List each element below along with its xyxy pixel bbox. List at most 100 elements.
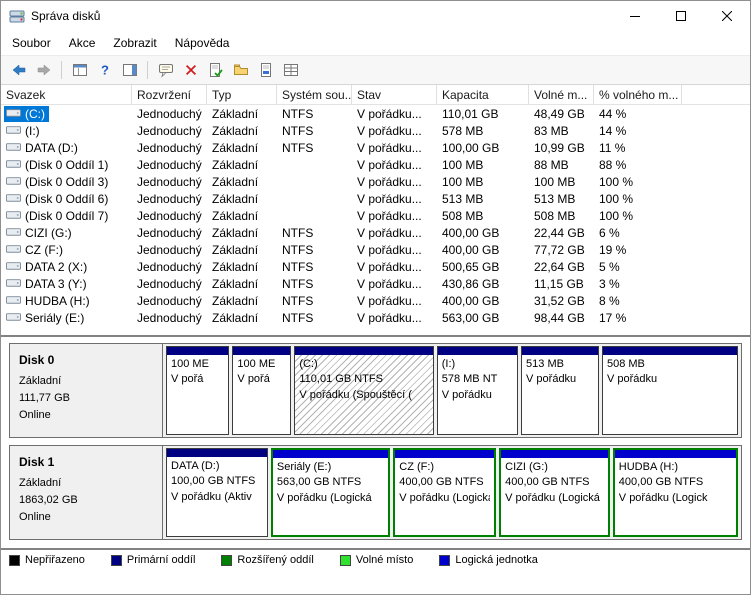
drive-icon [6, 140, 25, 155]
forward-icon[interactable] [32, 59, 55, 82]
layout-cell: Jednoduchý [132, 243, 207, 257]
volume-row[interactable]: DATA 2 (X:)JednoduchýZákladníNTFSV pořád… [1, 258, 750, 275]
volume-cell: (I:) [1, 123, 132, 139]
filesystem-cell: NTFS [277, 277, 352, 291]
disk-info[interactable]: Disk 1Základní1863,02 GBOnline [10, 446, 163, 539]
grid-view-icon[interactable] [279, 59, 302, 82]
partition-area: 100 MEV pořá100 MEV pořá(C:)110,01 GB NT… [163, 344, 741, 437]
partition-block[interactable]: Seriály (E:)563,00 GB NTFSV pořádku (Log… [271, 448, 390, 537]
disk-row: Disk 1Základní1863,02 GBOnlineDATA (D:)1… [9, 445, 742, 540]
status-cell: V pořádku... [352, 311, 437, 325]
partition-line: V pořádku (Logická [277, 491, 384, 506]
menu-item-2[interactable]: Zobrazit [104, 33, 165, 53]
capacity-cell: 563,00 GB [437, 311, 529, 325]
partition-line: 100 ME [237, 357, 286, 372]
status-cell: V pořádku... [352, 192, 437, 206]
partition-block[interactable]: 100 MEV pořá [166, 346, 229, 435]
free-percent-cell: 17 % [594, 311, 682, 325]
partition-label: 100 MEV pořá [167, 355, 228, 434]
disk-info[interactable]: Disk 0Základní111,77 GBOnline [10, 344, 163, 437]
partition-block[interactable]: CIZI (G:)400,00 GB NTFSV pořádku (Logick… [499, 448, 610, 537]
free-percent-cell: 11 % [594, 141, 682, 155]
new-volume-icon[interactable] [254, 59, 277, 82]
partition-block[interactable]: (C:)110,01 GB NTFSV pořádku (Spouštěcí ( [294, 346, 433, 435]
volume-row[interactable]: Seriály (E:)JednoduchýZákladníNTFSV pořá… [1, 309, 750, 326]
partition-line: 508 MB [607, 357, 733, 372]
action-pane-icon[interactable] [118, 59, 141, 82]
partition-block[interactable]: HUDBA (H:)400,00 GB NTFSV pořádku (Logic… [613, 448, 738, 537]
menu-item-3[interactable]: Nápověda [166, 33, 239, 53]
disk-status: Online [19, 509, 153, 526]
partition-label: Seriály (E:)563,00 GB NTFSV pořádku (Log… [273, 458, 388, 535]
maximize-button[interactable] [658, 1, 704, 31]
disk-status: Online [19, 407, 153, 424]
volume-row[interactable]: (Disk 0 Oddíl 6)JednoduchýZákladníV pořá… [1, 190, 750, 207]
minimize-button[interactable] [612, 1, 658, 31]
disk-management-window: Správa disků SouborAkceZobrazitNápověda … [0, 0, 751, 595]
volume-row[interactable]: CZ (F:)JednoduchýZákladníNTFSV pořádku..… [1, 241, 750, 258]
partition-line: CIZI (G:) [505, 460, 604, 475]
volume-row[interactable]: DATA 3 (Y:)JednoduchýZákladníNTFSV pořád… [1, 275, 750, 292]
column-header-1[interactable]: Rozvržení [132, 85, 207, 104]
partition-block[interactable]: CZ (F:)400,00 GB NTFSV pořádku (Logická [393, 448, 496, 537]
volume-row[interactable]: DATA (D:)JednoduchýZákladníNTFSV pořádku… [1, 139, 750, 156]
free-percent-cell: 88 % [594, 158, 682, 172]
volume-selection: DATA 2 (X:) [4, 259, 91, 275]
folder-action-icon[interactable] [229, 59, 252, 82]
volume-row[interactable]: (Disk 0 Oddíl 7)JednoduchýZákladníV pořá… [1, 207, 750, 224]
volume-row[interactable]: HUDBA (H:)JednoduchýZákladníNTFSV pořádk… [1, 292, 750, 309]
drive-icon [6, 276, 25, 291]
column-header-0[interactable]: Svazek [1, 85, 132, 104]
column-header-7[interactable]: % volného m... [594, 85, 682, 104]
partition-label: (C:)110,01 GB NTFSV pořádku (Spouštěcí ( [295, 355, 432, 434]
partition-block[interactable]: 508 MBV pořádku [602, 346, 738, 435]
svg-text:?: ? [101, 63, 109, 78]
partition-line: V pořádku (Logická [505, 491, 604, 506]
column-header-2[interactable]: Typ [207, 85, 277, 104]
console-tree-icon[interactable] [68, 59, 91, 82]
column-header-4[interactable]: Stav [352, 85, 437, 104]
partition-label: (I:)578 MB NTV pořádku [438, 355, 517, 434]
free-space-cell: 48,49 GB [529, 107, 594, 121]
status-cell: V pořádku... [352, 243, 437, 257]
disk-type: Základní [19, 373, 153, 390]
check-doc-icon[interactable] [204, 59, 227, 82]
volume-row[interactable]: (C:)JednoduchýZákladníNTFSV pořádku...11… [1, 105, 750, 122]
menu-item-1[interactable]: Akce [60, 33, 105, 53]
type-cell: Základní [207, 175, 277, 189]
filesystem-cell: NTFS [277, 243, 352, 257]
layout-cell: Jednoduchý [132, 124, 207, 138]
partition-block[interactable]: 513 MBV pořádku [521, 346, 599, 435]
drive-icon [6, 191, 25, 206]
column-header-3[interactable]: Systém sou... [277, 85, 352, 104]
layout-cell: Jednoduchý [132, 192, 207, 206]
volume-name: DATA 2 (X:) [25, 260, 87, 274]
volume-name: DATA 3 (Y:) [25, 277, 87, 291]
type-cell: Základní [207, 141, 277, 155]
menu-item-0[interactable]: Soubor [3, 33, 60, 53]
column-header-5[interactable]: Kapacita [437, 85, 529, 104]
partition-block[interactable]: 100 MEV pořá [232, 346, 291, 435]
column-header-6[interactable]: Volné m... [529, 85, 594, 104]
disk-size: 111,77 GB [19, 390, 153, 407]
volume-cell: CZ (F:) [1, 242, 132, 258]
partition-block[interactable]: (I:)578 MB NTV pořádku [437, 346, 518, 435]
logical-drive-stripe [395, 450, 494, 458]
drive-icon [6, 225, 25, 240]
close-button[interactable] [704, 1, 750, 31]
partition-line: 100 ME [171, 357, 224, 372]
type-cell: Základní [207, 192, 277, 206]
partition-line: Seriály (E:) [277, 460, 384, 475]
help-icon[interactable]: ? [93, 59, 116, 82]
status-cell: V pořádku... [352, 260, 437, 274]
volume-row[interactable]: (Disk 0 Oddíl 3)JednoduchýZákladníV pořá… [1, 173, 750, 190]
partition-block[interactable]: DATA (D:)100,00 GB NTFSV pořádku (Aktiv [166, 448, 268, 537]
tooltip-icon[interactable] [154, 59, 177, 82]
delete-volume-icon[interactable] [179, 59, 202, 82]
free-space-cell: 10,99 GB [529, 141, 594, 155]
volume-list-pane: SvazekRozvrženíTypSystém sou...StavKapac… [1, 85, 750, 337]
back-icon[interactable] [7, 59, 30, 82]
volume-row[interactable]: CIZI (G:)JednoduchýZákladníNTFSV pořádku… [1, 224, 750, 241]
volume-row[interactable]: (Disk 0 Oddíl 1)JednoduchýZákladníV pořá… [1, 156, 750, 173]
volume-row[interactable]: (I:)JednoduchýZákladníNTFSV pořádku...57… [1, 122, 750, 139]
